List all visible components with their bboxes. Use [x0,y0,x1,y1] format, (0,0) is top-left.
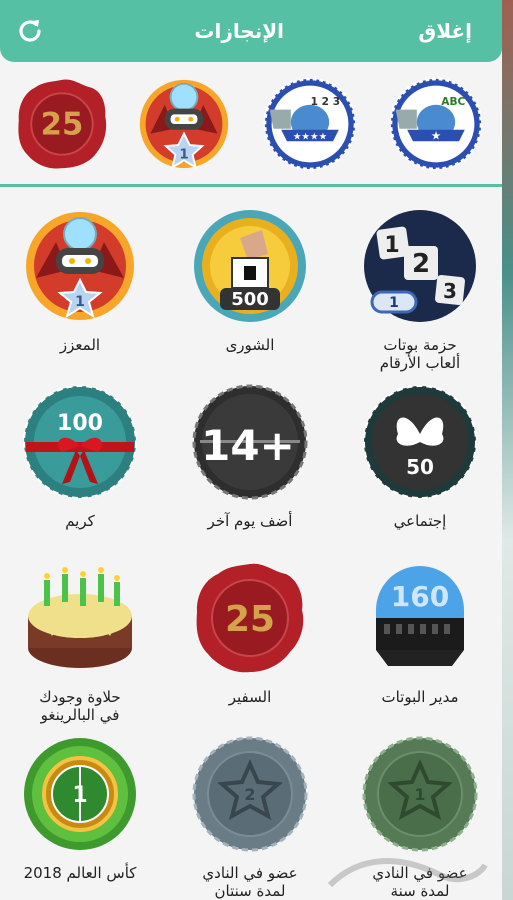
achievement-social[interactable]: 50 إجتماعي [340,372,500,552]
achievement-badge-text: 14+ [201,421,295,470]
achievement-label: كريم [65,512,95,530]
achievement-label: حلاوة وجودك في البالرينغو [39,688,121,724]
club-member-2-icon: 2 [192,736,308,852]
achievement-label: مدير البوتات [381,688,459,706]
achievement-cake[interactable]: حلاوة وجودك في البالرينغو [0,548,160,728]
ballot-icon: 500 [194,210,306,322]
club-member-1-icon: 1 [362,736,478,852]
achievement-badge-text: 160 [391,580,449,613]
background-edge [501,0,513,900]
achievement-ambassador[interactable]: 25 السفير [170,548,330,728]
featured-bot-abc-badge[interactable]: ABC ★ [388,76,484,172]
plus-days-icon: 14+ [192,384,308,500]
refresh-icon [19,20,41,42]
achievement-label: أضف يوم آخر [207,512,293,530]
bot-manager-icon: 160 [376,566,464,666]
gift-ribbon-icon: 100 [23,385,137,499]
svg-text:3: 3 [443,279,457,303]
svg-text:★★★★: ★★★★ [293,131,327,142]
achievement-booster[interactable]: 1 المعزز [0,196,160,376]
achievement-badge-text: 1 [72,783,87,808]
close-button[interactable]: إغلاق [418,19,502,43]
robot-badge-icon: 1 [26,212,134,320]
achievement-label: عضو في النادي لمدة سنتان [202,864,298,900]
achievement-badge-text: 25 [225,599,275,640]
svg-text:1: 1 [384,233,399,258]
achievement-badge-text: 1 [414,785,425,804]
featured-bot-abc-text: ABC [441,96,465,108]
watermark-logo [327,858,488,888]
achievement-badge-text: 2 [244,785,255,804]
refresh-button[interactable] [0,0,60,62]
achievement-shura[interactable]: 500 الشورى [170,196,330,376]
section-divider [0,184,502,187]
achievement-label: حزمة بوتات ألعاب الأرقام [379,336,461,372]
achievement-label: المعزز [59,336,101,354]
achievement-badge-text: 100 [57,411,103,436]
achievement-club-2[interactable]: 2 عضو في النادي لمدة سنتان [170,724,330,900]
featured-bot-123-badge[interactable]: 1 2 3 ★★★★ [262,76,358,172]
page-title: الإنجازات [194,19,285,43]
featured-robot-text: 1 [179,148,188,163]
svg-text:2: 2 [412,249,430,279]
achievement-badge-text: 1 [75,294,85,310]
featured-wax-seal-badge[interactable]: 25 [14,76,110,172]
achievement-label: إجتماعي [393,512,447,530]
achievement-generous[interactable]: 100 كريم [0,372,160,552]
featured-robot-badge[interactable]: 1 [136,76,232,172]
achievement-add-day[interactable]: 14+ أضف يوم آخر [170,372,330,552]
achievement-label: السفير [228,688,272,706]
cake-icon [28,567,132,668]
achievement-badge-text: 1 [389,295,399,311]
achievement-badge-text: 50 [406,455,434,479]
header-bar: الإنجازات إغلاق [0,0,502,62]
achievement-number-bots[interactable]: 1 2 3 1 حزمة بوتات ألعاب الأرقام [340,196,500,376]
achievement-label: الشورى [225,336,275,354]
featured-badges-row: 25 1 1 2 3 ★★★★ ABC ★ [0,66,502,184]
achievement-label: كأس العالم 2018 [23,864,137,882]
achievements-panel: الإنجازات إغلاق 25 1 1 2 3 ★★★★ ABC ★ 1 … [0,0,502,900]
world-cup-icon: 1 [24,738,136,850]
featured-bot-123-text: 1 2 3 [311,96,340,108]
achievement-world-cup[interactable]: 1 كأس العالم 2018 [0,724,160,900]
featured-wax-seal-text: 25 [41,107,84,143]
achievement-badge-text: 500 [231,289,269,310]
svg-text:★: ★ [431,128,441,142]
wax-seal-icon: 25 [196,563,304,673]
number-tiles-icon: 1 2 3 1 [364,210,476,322]
butterfly-icon: 50 [363,385,477,499]
achievement-bot-manager[interactable]: 160 مدير البوتات [340,548,500,728]
